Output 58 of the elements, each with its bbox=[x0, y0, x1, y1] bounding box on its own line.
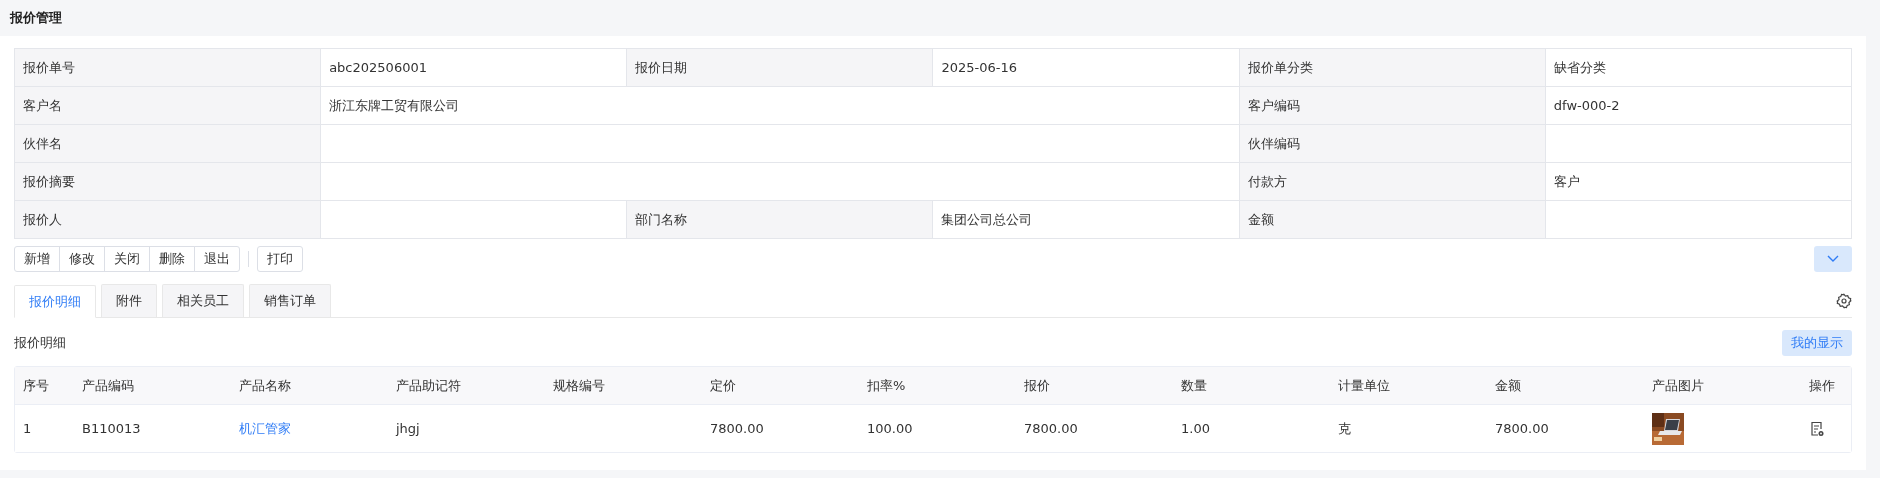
field-value: 客户 bbox=[1545, 163, 1852, 201]
field-value: abc202506001 bbox=[321, 49, 628, 87]
toolbar-button[interactable]: 退出 bbox=[194, 246, 240, 272]
field-label: 付款方 bbox=[1239, 163, 1546, 201]
field-label: 客户编码 bbox=[1239, 87, 1546, 125]
print-button[interactable]: 打印 bbox=[257, 246, 303, 272]
field-value: 浙江东牌工贸有限公司 bbox=[321, 87, 1240, 125]
column-header: 数量 bbox=[1180, 376, 1208, 395]
field-label: 报价摘要 bbox=[15, 163, 322, 201]
column-header: 产品图片 bbox=[1651, 376, 1705, 395]
chevron-down-icon bbox=[1827, 255, 1839, 263]
column-header: 扣率% bbox=[866, 376, 907, 395]
document-view-icon[interactable] bbox=[1809, 420, 1825, 437]
product-link[interactable]: 机汇管家 bbox=[239, 419, 291, 438]
table-cell-text: jhgj bbox=[394, 421, 421, 436]
column-header: 规格编号 bbox=[552, 376, 606, 395]
tab[interactable]: 相关员工 bbox=[162, 284, 244, 317]
field-value: 2025-06-16 bbox=[933, 49, 1240, 87]
field-label: 部门名称 bbox=[627, 201, 934, 239]
field-label: 客户名 bbox=[15, 87, 322, 125]
column-header: 产品编码 bbox=[81, 376, 135, 395]
table-cell-text: 100.00 bbox=[866, 421, 914, 436]
table-cell-text: 7800.00 bbox=[1023, 421, 1079, 436]
toolbar-button[interactable]: 新增 bbox=[14, 246, 60, 272]
toolbar-button[interactable]: 删除 bbox=[149, 246, 195, 272]
field-label: 报价日期 bbox=[627, 49, 934, 87]
field-value: 集团公司总公司 bbox=[933, 201, 1240, 239]
table-cell-text: 7800.00 bbox=[1494, 421, 1550, 436]
column-header: 序号 bbox=[22, 376, 50, 395]
section-title: 报价明细 bbox=[14, 334, 66, 352]
field-label: 报价人 bbox=[15, 201, 322, 239]
table-cell-text: 1 bbox=[22, 421, 33, 436]
tab[interactable]: 附件 bbox=[101, 284, 157, 317]
column-header: 操作 bbox=[1808, 376, 1836, 395]
field-label: 报价单号 bbox=[15, 49, 322, 87]
field-value: 缺省分类 bbox=[1545, 49, 1852, 87]
page-title: 报价管理 bbox=[10, 9, 62, 27]
tab[interactable]: 报价明细 bbox=[14, 285, 96, 318]
column-header: 产品助记符 bbox=[395, 376, 462, 395]
column-header: 产品名称 bbox=[238, 376, 292, 395]
field-label: 伙伴编码 bbox=[1239, 125, 1546, 163]
field-value: dfw-000-2 bbox=[1545, 87, 1852, 125]
table-cell-text: 克 bbox=[1337, 419, 1352, 438]
table-cell-text: 7800.00 bbox=[709, 421, 765, 436]
toolbar-button[interactable]: 修改 bbox=[59, 246, 105, 272]
field-label: 金额 bbox=[1239, 201, 1546, 239]
table-cell-text: 1.00 bbox=[1180, 421, 1211, 436]
column-header: 定价 bbox=[709, 376, 737, 395]
settings-icon bbox=[1836, 292, 1852, 309]
column-header: 报价 bbox=[1023, 376, 1051, 395]
column-header: 金额 bbox=[1494, 376, 1522, 395]
tab[interactable]: 销售订单 bbox=[249, 284, 331, 317]
toolbar-button[interactable]: 关闭 bbox=[104, 246, 150, 272]
field-label: 报价单分类 bbox=[1239, 49, 1546, 87]
table-cell-text: B110013 bbox=[81, 421, 142, 436]
field-label: 伙伴名 bbox=[15, 125, 322, 163]
settings-button[interactable] bbox=[1836, 292, 1852, 309]
column-header: 计量单位 bbox=[1337, 376, 1391, 395]
